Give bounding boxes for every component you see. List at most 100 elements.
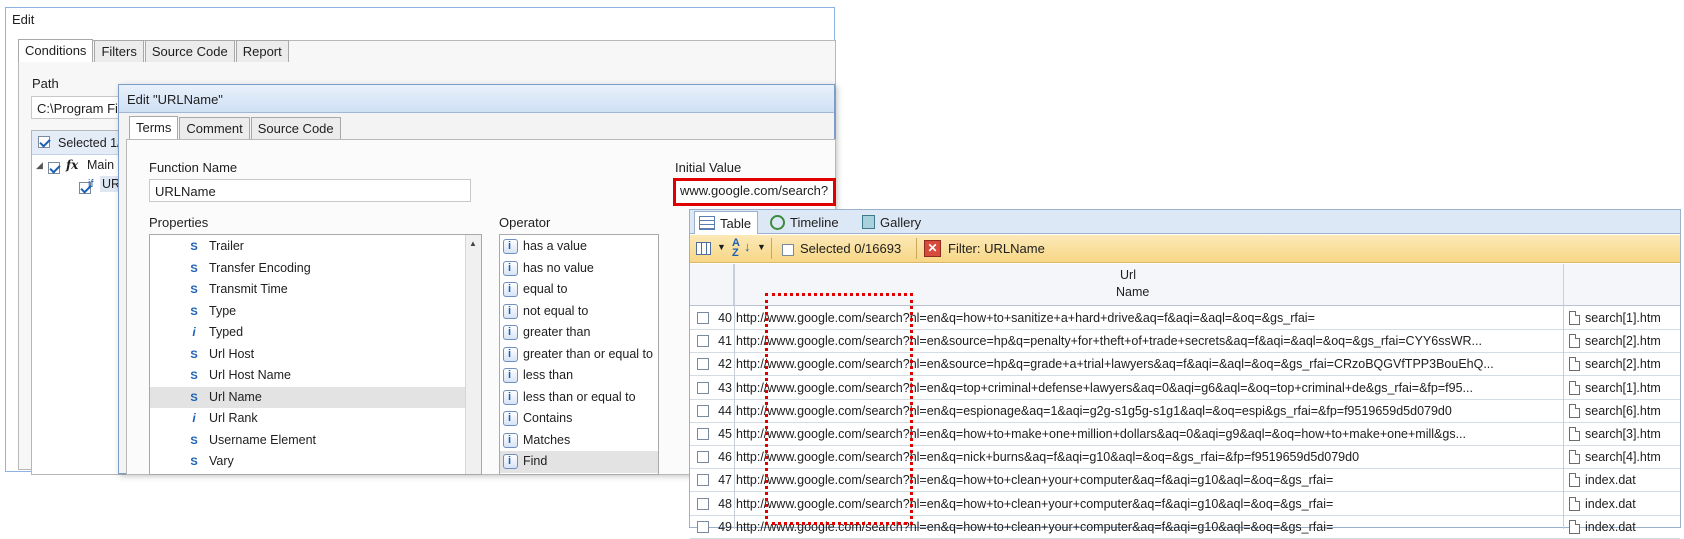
- document-icon: [1569, 450, 1580, 465]
- sort-az-icon[interactable]: AZ: [732, 238, 740, 259]
- property-item[interactable]: S Url Name: [150, 386, 465, 408]
- operator-item[interactable]: less than or equal to: [500, 387, 658, 409]
- tab-report[interactable]: Report: [235, 40, 289, 62]
- selected-count: Selected 0/16693: [800, 241, 902, 256]
- row-name[interactable]: search[6].htm: [1585, 404, 1661, 418]
- initial-value-input[interactable]: www.google.com/search?: [680, 183, 833, 198]
- property-item[interactable]: S Username Element: [187, 430, 481, 452]
- property-label: Transfer Encoding: [209, 260, 311, 275]
- tab-comment[interactable]: Comment: [179, 117, 250, 139]
- property-item[interactable]: S Trailer: [187, 236, 481, 258]
- expand-arrow-icon[interactable]: ◢: [36, 160, 43, 171]
- row-checkbox[interactable]: [697, 335, 709, 348]
- operator-item[interactable]: greater than: [500, 322, 658, 344]
- table-icon: [699, 216, 715, 230]
- string-type-icon: S: [190, 370, 198, 382]
- tab-conditions[interactable]: Conditions: [18, 39, 94, 62]
- row-checkbox[interactable]: [697, 358, 709, 371]
- row-number: 45: [718, 427, 732, 441]
- property-item[interactable]: S Type: [187, 301, 481, 323]
- row-name[interactable]: search[3].htm: [1585, 427, 1661, 441]
- row-checkbox[interactable]: [697, 451, 709, 464]
- column-dropdown-icon[interactable]: ▼: [717, 242, 726, 252]
- property-label: Url Host: [209, 346, 255, 361]
- property-item[interactable]: S Transfer Encoding: [187, 258, 481, 280]
- operator-label: has no value: [523, 260, 594, 275]
- toolbar-divider-2: [916, 238, 917, 259]
- document-icon: [1569, 311, 1580, 325]
- row-number: 46: [718, 450, 732, 465]
- operator-label: Operator: [499, 215, 551, 230]
- property-label: Vary: [209, 454, 234, 468]
- operator-item[interactable]: not equal to: [500, 301, 658, 323]
- tab-terms[interactable]: Terms: [129, 116, 179, 139]
- row-name[interactable]: search[1].htm: [1585, 311, 1661, 325]
- tab-dialog-source-code[interactable]: Source Code: [250, 117, 341, 139]
- column-header-name-group[interactable]: Name: [1116, 285, 1149, 299]
- operator-item[interactable]: has a value: [500, 236, 658, 258]
- operator-info-icon: [503, 368, 518, 384]
- row-checkbox[interactable]: [697, 474, 709, 487]
- sort-arrow-icon: ↓: [744, 239, 751, 254]
- select-all-rows-checkbox[interactable]: [782, 243, 794, 256]
- column-divider-name: [1563, 264, 1564, 529]
- column-chooser-icon[interactable]: [696, 242, 711, 255]
- operator-label: not equal to: [523, 303, 589, 318]
- row-name[interactable]: search[1].htm: [1585, 381, 1661, 395]
- properties-list[interactable]: S Trailer S Transfer Encoding S Transmit Time…: [149, 234, 482, 475]
- row-number: 40: [718, 311, 732, 325]
- row-name[interactable]: search[2].htm: [1585, 357, 1661, 371]
- clear-filter-icon[interactable]: ✕: [924, 240, 941, 257]
- document-icon: [1569, 427, 1580, 441]
- string-type-icon: S: [190, 391, 198, 404]
- column-divider-rownum: [734, 264, 735, 529]
- operator-label: greater than: [523, 325, 591, 339]
- scroll-up-icon[interactable]: ▲: [469, 239, 477, 248]
- path-field[interactable]: C:\Program Fil: [31, 96, 131, 119]
- operator-item[interactable]: less than: [500, 365, 658, 387]
- properties-scrollbar[interactable]: ▲: [465, 235, 481, 474]
- operator-item[interactable]: has no value: [500, 258, 658, 280]
- tab-table[interactable]: Table: [694, 211, 759, 234]
- row-checkbox[interactable]: [697, 381, 709, 394]
- row-name[interactable]: index.dat: [1585, 520, 1636, 534]
- string-type-icon: S: [190, 305, 198, 318]
- property-item[interactable]: S Transmit Time: [187, 279, 481, 301]
- string-type-icon: S: [190, 241, 198, 253]
- property-item[interactable]: S Vary: [187, 451, 481, 473]
- tab-filters[interactable]: Filters: [94, 40, 144, 62]
- tab-source-code[interactable]: Source Code: [144, 40, 235, 62]
- operator-item[interactable]: Matches: [500, 430, 658, 452]
- row-checkbox[interactable]: [697, 312, 709, 324]
- column-header-url[interactable]: Url: [1120, 268, 1136, 282]
- select-all-checkbox[interactable]: [38, 136, 50, 148]
- row-checkbox[interactable]: [697, 497, 709, 510]
- function-icon: fx: [66, 158, 79, 172]
- tab-gallery[interactable]: Gallery: [858, 211, 927, 234]
- operator-list[interactable]: has a value has no value equal to not equal…: [499, 234, 659, 475]
- tab-timeline[interactable]: Timeline: [766, 211, 845, 234]
- row-name[interactable]: search[2].htm: [1585, 334, 1661, 348]
- row-name[interactable]: index.dat: [1585, 473, 1636, 487]
- row-checkbox[interactable]: [697, 428, 709, 440]
- property-item[interactable]: S Url Host Name: [187, 365, 481, 387]
- tree-main-label[interactable]: Main: [87, 158, 114, 172]
- row-checkbox[interactable]: [697, 520, 709, 533]
- operator-item[interactable]: Find: [500, 451, 658, 473]
- operator-item[interactable]: equal to: [500, 279, 658, 301]
- tree-selected-count: Selected 1/: [58, 136, 121, 150]
- property-item[interactable]: i Url Rank: [187, 408, 481, 430]
- property-item[interactable]: S Url Host: [187, 344, 481, 366]
- row-checkbox[interactable]: [697, 404, 709, 417]
- operator-item[interactable]: greater than or equal to: [500, 344, 658, 366]
- function-name-input[interactable]: URLName: [149, 179, 471, 202]
- string-type-icon: S: [190, 348, 198, 361]
- property-item[interactable]: i Typed: [187, 322, 481, 344]
- row-name[interactable]: index.dat: [1585, 497, 1636, 511]
- row-number: 42: [718, 357, 732, 372]
- row-name[interactable]: search[4].htm: [1585, 450, 1661, 464]
- dialog-tabs: Terms Comment Source Code: [129, 116, 342, 139]
- main-checkbox[interactable]: [48, 161, 60, 174]
- sort-dropdown-icon[interactable]: ▼: [757, 242, 766, 252]
- operator-item[interactable]: Contains: [500, 408, 658, 430]
